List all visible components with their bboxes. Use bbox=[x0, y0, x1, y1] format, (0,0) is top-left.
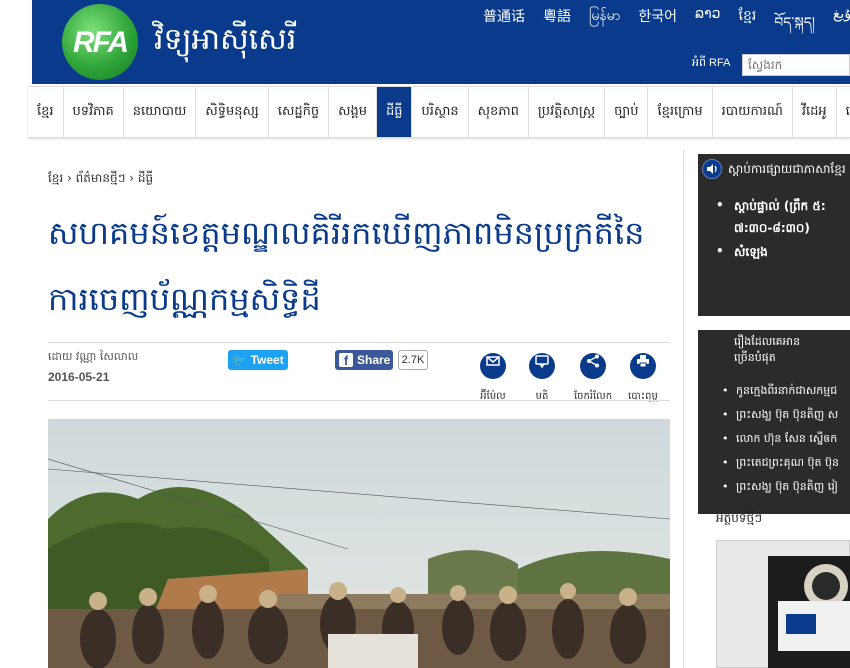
rfa-logo[interactable]: RFA bbox=[62, 4, 138, 80]
breadcrumb[interactable]: ខ្មែរ › ព័ត៌មានថ្មីៗ › ដីធ្លី bbox=[48, 170, 153, 188]
main-nav: ខ្មែរ បទវិភាគ នយោបាយ សិទ្ធិមនុស្ស សេដ្ឋក… bbox=[28, 86, 850, 138]
nav-item-forum[interactable]: វេទិកា bbox=[837, 87, 850, 137]
comment-tool[interactable]: មតិ bbox=[517, 348, 567, 404]
radio-panel-title: ស្តាប់ការផ្សាយជាភាសាខ្មែរ bbox=[728, 162, 846, 176]
about-rfa-link[interactable]: អំពី RFA bbox=[692, 56, 730, 72]
nav-item-economy[interactable]: សេដ្ឋកិច្ច bbox=[269, 87, 330, 137]
audio-link[interactable]: សំឡេង bbox=[716, 244, 826, 262]
nav-item-human-rights[interactable]: សិទ្ធិមនុស្ស bbox=[196, 87, 269, 137]
twitter-icon: 🐦 bbox=[232, 353, 248, 367]
nav-item-politics[interactable]: នយោបាយ bbox=[124, 87, 197, 137]
most-read-list: កូនក្មេងពីរនាក់ជាសកម្មជ ព្រះសង្ឃ ប៊ុត ប៊… bbox=[722, 384, 839, 504]
language-switcher: 普通话 粵語 မြန်မာ 한국어 ລາວ ខ្មែរ བོད་སྐད། ئۇي… bbox=[474, 6, 850, 46]
facebook-icon: f bbox=[339, 353, 353, 368]
article-author: ដោយ វណ្ណា សៃលាល bbox=[48, 350, 139, 363]
most-read-item[interactable]: ព្រះតេជព្រះគុណ ប៊ុត ប៊ុន bbox=[722, 456, 839, 472]
recent-articles-heading: អត្ថបទថ្មីៗ bbox=[716, 511, 762, 525]
speaker-icon bbox=[702, 159, 722, 179]
nav-item-land[interactable]: ដីធ្លី bbox=[376, 87, 413, 137]
most-read-item[interactable]: លោក ហ៊ុន សែន ស្នើឲក bbox=[722, 432, 839, 448]
radio-link-list: ស្តាប់ផ្ទាល់ (ព្រឹក ៥: ៧:៣០-៨:៣០) សំឡេង bbox=[716, 198, 826, 268]
lang-mandarin[interactable]: 普通话 bbox=[474, 6, 534, 46]
recent-article-thumbnail[interactable] bbox=[768, 556, 850, 668]
most-read-title: រឿងដែលគេអានច្រើនបំផុត bbox=[734, 335, 801, 364]
sidebar-divider bbox=[683, 150, 684, 668]
tweet-button[interactable]: 🐦 Tweet bbox=[228, 350, 288, 370]
byline-divider-top bbox=[48, 342, 670, 343]
lang-uyghur[interactable]: ئۇيغ bbox=[824, 6, 850, 46]
logo-text: RFA bbox=[73, 26, 129, 59]
share-icon bbox=[580, 353, 606, 379]
lang-cantonese[interactable]: 粵語 bbox=[534, 6, 580, 46]
article-date: 2016-05-21 bbox=[48, 370, 110, 384]
listen-live-link[interactable]: ស្តាប់ផ្ទាល់ (ព្រឹក ៥: ៧:៣០-៨:៣០) bbox=[716, 198, 826, 238]
most-read-item[interactable]: ព្រះសង្ឃ ប៊ុត ប៊ុនតិញ រៀ bbox=[722, 480, 839, 496]
email-label: អ៊ីម៉ែល bbox=[480, 391, 506, 402]
most-read-panel: រឿងដែលគេអានច្រើនបំផុត កូនក្មេងពីរនាក់ជាស… bbox=[698, 330, 850, 514]
tweet-label: Tweet bbox=[250, 353, 284, 367]
nav-item-khmer[interactable]: ខ្មែរ bbox=[28, 87, 64, 137]
nav-item-khmer-krom[interactable]: ខ្មែរក្រោម bbox=[648, 87, 713, 137]
most-read-item[interactable]: កូនក្មេងពីរនាក់ជាសកម្មជ bbox=[722, 384, 839, 400]
lang-lao[interactable]: ລາວ bbox=[686, 6, 730, 46]
comment-label: មតិ bbox=[535, 391, 549, 402]
nav-item-reports[interactable]: របាយការណ៍ bbox=[713, 87, 793, 137]
nav-item-analysis[interactable]: បទវិភាគ bbox=[64, 87, 124, 137]
article-title: សហគមន៍ខេត្តមណ្ឌលគិរីរកឃើញភាពមិនប្រក្រតីន… bbox=[48, 214, 645, 318]
listen-radio-panel: ស្តាប់ការផ្សាយជាភាសាខ្មែរ ស្តាប់ផ្ទាល់ (… bbox=[698, 154, 850, 316]
nav-item-society[interactable]: សង្គម bbox=[329, 87, 377, 137]
nav-item-health[interactable]: សុខភាព bbox=[469, 87, 529, 137]
site-header: RFA វិទ្យុអាស៊ីសេរី 普通话 粵語 မြန်မာ 한국어 ລາ… bbox=[32, 0, 850, 84]
print-tool[interactable]: បោះពុម្ព bbox=[618, 348, 668, 404]
lang-khmer[interactable]: ខ្មែរ bbox=[730, 6, 766, 46]
radio-panel-header: ស្តាប់ការផ្សាយជាភាសាខ្មែរ bbox=[698, 154, 850, 184]
share-label: Share bbox=[357, 353, 391, 367]
print-icon bbox=[630, 353, 656, 379]
nav-item-law[interactable]: ច្បាប់ bbox=[605, 87, 649, 137]
listen-live-label: ស្តាប់ផ្ទាល់ (ព្រឹក ៥: bbox=[734, 199, 826, 213]
facebook-share-button[interactable]: f Share bbox=[335, 350, 393, 370]
email-icon bbox=[480, 353, 506, 379]
most-read-item[interactable]: ព្រះសង្ឃ ប៊ុត ប៊ុនតិញ ស bbox=[722, 408, 839, 424]
email-tool[interactable]: អ៊ីម៉ែល bbox=[468, 348, 518, 404]
nav-item-video[interactable]: វីដេអូ bbox=[793, 87, 837, 137]
share-tool-label: ចែករំលែក bbox=[573, 391, 613, 402]
nav-item-history[interactable]: ប្រវត្តិសាស្ត្រ bbox=[529, 87, 606, 137]
byline-divider-bottom bbox=[48, 400, 670, 401]
listen-live-time: ៧:៣០-៨:៣០) bbox=[734, 221, 810, 235]
lang-tibetan[interactable]: བོད་སྐད། bbox=[765, 6, 824, 46]
share-count: 2.7K bbox=[398, 350, 428, 370]
nav-item-environment[interactable]: បរិស្ថាន bbox=[412, 87, 469, 137]
search-input[interactable] bbox=[742, 54, 850, 76]
lang-korean[interactable]: 한국어 bbox=[629, 6, 686, 46]
print-label: បោះពុម្ព bbox=[628, 391, 658, 402]
share-tool[interactable]: ចែករំលែក bbox=[568, 348, 618, 404]
site-name[interactable]: វិទ្យុអាស៊ីសេរី bbox=[154, 20, 296, 64]
lang-burmese[interactable]: မြန်မာ bbox=[580, 6, 629, 46]
article-photo bbox=[48, 419, 670, 668]
comment-icon bbox=[529, 353, 555, 379]
